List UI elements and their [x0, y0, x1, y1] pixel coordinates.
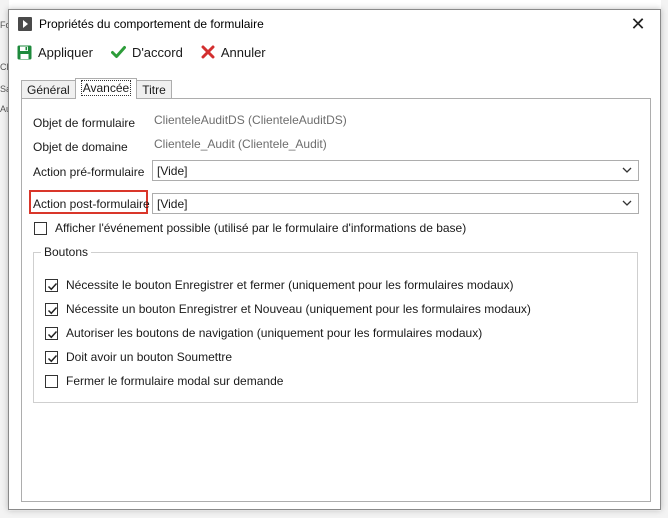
form-behavior-properties-dialog: Propriétés du comportement de formulaire… — [8, 9, 661, 510]
title-bar: Propriétés du comportement de formulaire… — [9, 10, 660, 38]
require-save-close-checkbox[interactable]: Nécessite le bouton Enregistrer et ferme… — [45, 278, 514, 292]
checkbox-label: Nécessite un bouton Enregistrer et Nouve… — [66, 302, 531, 316]
tab-label: Avancée — [80, 80, 132, 96]
chevron-down-icon — [622, 200, 632, 206]
ok-label: D'accord — [131, 44, 183, 60]
save-icon — [17, 45, 32, 59]
domain-object-label: Objet de domaine — [33, 140, 128, 154]
app-icon — [18, 17, 32, 31]
checkbox-label: Doit avoir un bouton Soumettre — [66, 350, 233, 364]
tab-bar: Général Avancée Titre — [21, 78, 172, 99]
checkbox-box[interactable] — [34, 221, 47, 235]
checkbox-box[interactable] — [45, 278, 58, 292]
ok-button[interactable]: D'accord — [110, 44, 183, 60]
advanced-tab-panel: Objet de formulaire ClienteleAuditDS (Cl… — [21, 98, 651, 502]
buttons-group-title: Boutons — [41, 245, 92, 259]
check-icon — [47, 330, 58, 338]
allow-navigation-buttons-checkbox[interactable]: Autoriser les boutons de navigation (uni… — [45, 326, 482, 340]
checkbox-label: Fermer le formulaire modal sur demande — [66, 374, 284, 388]
checkmark-icon — [110, 46, 126, 58]
dialog-title: Propriétés du comportement de formulaire — [39, 17, 264, 31]
domain-object-value: Clientele_Audit (Clientele_Audit) — [154, 137, 327, 151]
tab-general[interactable]: Général — [21, 80, 76, 99]
post-form-action-dropdown[interactable]: [Vide] — [152, 193, 639, 214]
check-icon — [47, 282, 58, 290]
require-submit-button-checkbox[interactable]: Doit avoir un bouton Soumettre — [45, 350, 232, 364]
form-object-label: Objet de formulaire — [33, 116, 136, 130]
pre-form-action-dropdown[interactable]: [Vide] — [152, 160, 639, 181]
post-form-action-value: [Vide] — [157, 197, 188, 211]
check-icon — [47, 306, 58, 314]
tab-label: Général — [27, 83, 70, 97]
apply-button[interactable]: Appliquer — [17, 45, 93, 60]
checkbox-box[interactable] — [45, 374, 58, 388]
checkbox-box[interactable] — [45, 326, 58, 340]
tab-label: Titre — [142, 83, 166, 97]
form-object-value: ClienteleAuditDS (ClienteleAuditDS) — [154, 113, 347, 127]
show-possible-event-label: Afficher l'événement possible (utilisé p… — [55, 221, 467, 235]
tab-advanced[interactable]: Avancée — [74, 78, 138, 99]
tab-title[interactable]: Titre — [136, 80, 172, 99]
cancel-label: Annuler — [220, 44, 266, 60]
pre-form-action-value: [Vide] — [157, 164, 188, 178]
checkbox-label: Autoriser les boutons de navigation (uni… — [66, 326, 483, 340]
cancel-button[interactable]: Annuler — [201, 45, 266, 60]
show-possible-event-checkbox[interactable]: Afficher l'événement possible (utilisé p… — [34, 221, 466, 235]
background-app-edge-right — [661, 0, 668, 518]
close-button[interactable]: ✕ — [628, 14, 648, 34]
require-save-new-checkbox[interactable]: Nécessite un bouton Enregistrer et Nouve… — [45, 302, 531, 316]
post-form-action-label: Action post-formulaire — [33, 197, 150, 211]
check-icon — [47, 354, 58, 362]
checkbox-box[interactable] — [45, 302, 58, 316]
checkbox-box[interactable] — [45, 350, 58, 364]
background-app-edge-bottom — [0, 511, 668, 518]
pre-form-action-label: Action pré-formulaire — [33, 165, 145, 179]
checkbox-label: Nécessite le bouton Enregistrer et ferme… — [66, 278, 514, 292]
chevron-down-icon — [622, 167, 632, 173]
toolbar: Appliquer D'accord Annuler — [17, 41, 284, 63]
apply-label: Appliquer — [38, 44, 93, 60]
close-modal-on-demand-checkbox[interactable]: Fermer le formulaire modal sur demande — [45, 374, 283, 388]
cross-icon — [201, 45, 215, 59]
buttons-group: Boutons Nécessite le bouton Enregistrer … — [33, 245, 638, 403]
